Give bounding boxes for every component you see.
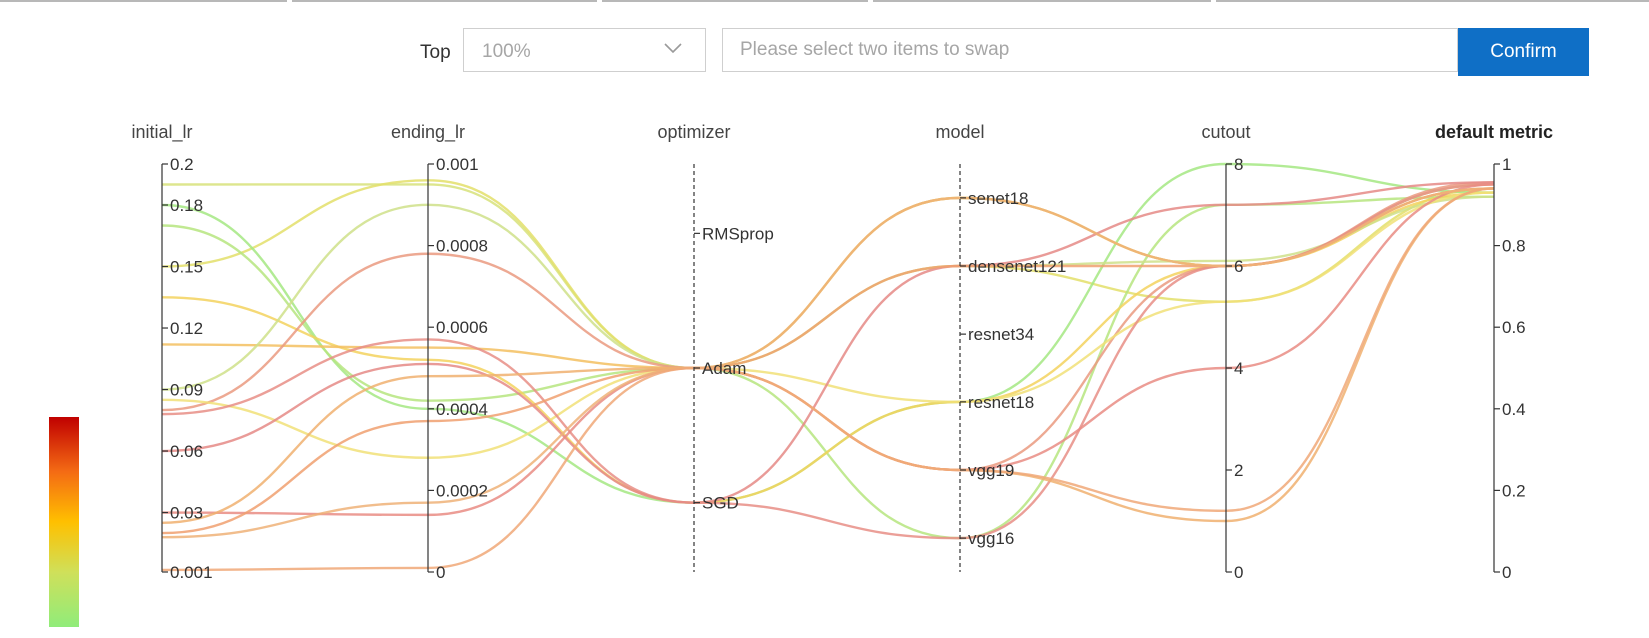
trial-line-11[interactable] [161, 183, 1495, 517]
trial-line-14[interactable] [161, 187, 1495, 524]
tick-label: 0.0006 [436, 318, 488, 337]
tick-label: 0.12 [170, 319, 203, 338]
axis-title[interactable]: default metric [1435, 122, 1553, 142]
tick-label: 0.06 [170, 442, 203, 461]
tick-label: 8 [1234, 155, 1243, 174]
tick-label: 0 [436, 563, 445, 582]
category-label: resnet34 [968, 325, 1034, 344]
tick-label: 0.15 [170, 258, 203, 277]
tick-label: 0.0008 [436, 237, 488, 256]
trial-line-0[interactable] [161, 183, 1495, 370]
tick-label: 0 [1234, 563, 1243, 582]
axis-optimizer[interactable]: optimizer RMSprop Adam SGD [657, 122, 774, 572]
tick-label: 0.09 [170, 381, 203, 400]
category-label: vgg16 [968, 529, 1014, 548]
tick-label: 4 [1234, 359, 1243, 378]
tick-label: 0.6 [1502, 318, 1526, 337]
trial-line-6[interactable] [161, 195, 1495, 391]
category-label: RMSprop [702, 224, 774, 243]
tick-label: 0.2 [170, 155, 194, 174]
tick-label: 0.001 [170, 563, 213, 582]
tick-label: 0.8 [1502, 237, 1526, 256]
axis-title[interactable]: ending_lr [391, 122, 465, 143]
trial-line-15[interactable] [161, 187, 1495, 572]
axis-initial-lr[interactable]: initial_lr 0.2 0.18 0.15 0.12 0.09 0.06 0.03 0.0… [131, 122, 212, 582]
axis-cutout[interactable]: cutout 8 6 4 2 0 [1201, 122, 1250, 582]
tick-label: 0.2 [1502, 481, 1526, 500]
tick-label: 0.4 [1502, 400, 1526, 419]
category-label: SGD [702, 494, 739, 513]
tick-label: 2 [1234, 461, 1243, 480]
tick-label: 0 [1502, 563, 1511, 582]
trial-line-3[interactable] [161, 195, 1495, 540]
tick-label: 0.001 [436, 155, 479, 174]
tick-label: 0.0002 [436, 481, 488, 500]
category-label: vgg19 [968, 461, 1014, 480]
category-label: senet18 [968, 189, 1029, 208]
trial-lines [161, 162, 1495, 572]
category-label: Adam [702, 359, 746, 378]
tick-label: 6 [1234, 257, 1243, 276]
trial-line-8[interactable] [161, 191, 1495, 459]
axis-title[interactable]: optimizer [657, 122, 730, 142]
color-scale-legend [49, 417, 79, 627]
tick-label: 0.0004 [436, 400, 488, 419]
axis-model[interactable]: model senet18 densenet121 resnet34 resnet18 v… [935, 122, 1066, 572]
tick-label: 0.03 [170, 504, 203, 523]
category-label: resnet18 [968, 393, 1034, 412]
trial-line-12[interactable] [161, 187, 1495, 535]
tick-label: 0.18 [170, 196, 203, 215]
axis-title[interactable]: model [935, 122, 984, 142]
parallel-coordinates-chart: initial_lr 0.2 0.18 0.15 0.12 0.09 0.06 0.03 0.0… [131, 122, 1553, 582]
axis-title[interactable]: initial_lr [131, 122, 192, 143]
axis-title[interactable]: cutout [1201, 122, 1250, 142]
trial-line-5[interactable] [161, 187, 1495, 370]
tick-label: 1 [1502, 155, 1511, 174]
trial-line-1[interactable] [161, 179, 1495, 370]
category-label: densenet121 [968, 257, 1066, 276]
axis-ending-lr[interactable]: ending_lr 0.001 0.0008 0.0006 0.0004 0.0002 0 [391, 122, 488, 582]
